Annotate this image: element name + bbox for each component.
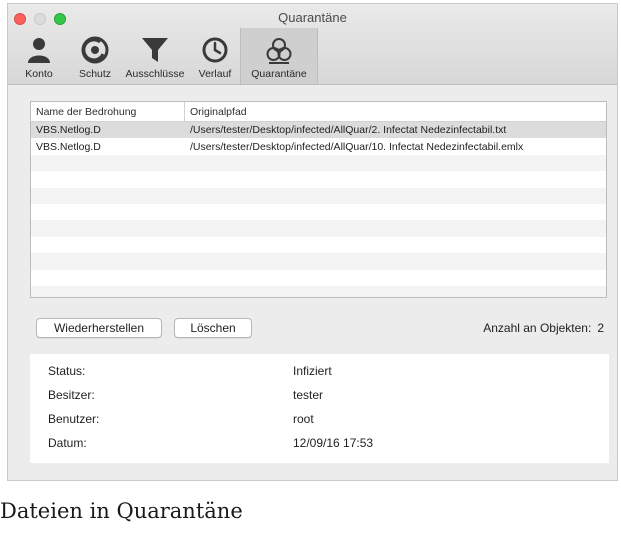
tab-ausschluesse[interactable]: Ausschlüsse [120, 28, 190, 84]
empty-row [31, 253, 606, 270]
tab-label: Schutz [78, 68, 112, 80]
detail-label: Status: [48, 364, 86, 378]
column-header-threat-name[interactable]: Name der Bedrohung [31, 102, 185, 121]
tab-label: Ausschlüsse [125, 68, 185, 80]
biohazard-icon [266, 38, 292, 64]
empty-row [31, 220, 606, 237]
cell-original-path: /Users/tester/Desktop/infected/AllQuar/1… [190, 140, 524, 153]
shield-icon [81, 36, 109, 64]
tab-konto[interactable]: Konto [8, 28, 70, 84]
tab-verlauf[interactable]: Verlauf [190, 28, 240, 84]
empty-row [31, 285, 606, 297]
detail-value: 12/09/16 17:53 [293, 436, 374, 450]
tab-label: Konto [25, 68, 53, 80]
empty-row [31, 237, 606, 253]
detail-label: Datum: [48, 436, 87, 450]
figure-caption: Dateien in Quarantäne [0, 499, 243, 523]
empty-row [31, 154, 606, 172]
cell-threat-name: VBS.Netlog.D [36, 140, 101, 153]
funnel-icon [142, 38, 168, 62]
user-icon [28, 38, 50, 63]
tab-label: Verlauf [198, 68, 232, 80]
tab-schutz[interactable]: Schutz [70, 28, 120, 84]
quarantine-window: Quarantäne Konto Schutz Ausschlüsse Verl… [7, 3, 618, 481]
table-row[interactable]: VBS.Netlog.D /Users/tester/Desktop/infec… [31, 122, 606, 139]
restore-button[interactable]: Wiederherstellen [36, 318, 162, 338]
object-count-value: 2 [597, 321, 604, 335]
toolbar-tabs: Konto Schutz Ausschlüsse Verlauf Quarant… [8, 28, 318, 84]
empty-row [31, 204, 606, 220]
empty-row [31, 187, 606, 204]
detail-label: Besitzer: [48, 388, 95, 402]
detail-value: root [293, 412, 314, 426]
table-row[interactable]: VBS.Netlog.D /Users/tester/Desktop/infec… [31, 138, 606, 154]
tab-quarantaene[interactable]: Quarantäne [240, 28, 318, 84]
quarantine-table: Name der Bedrohung Originalpfad VBS.Netl… [30, 101, 607, 298]
object-count: Anzahl an Objekten: 2 [483, 321, 604, 335]
cell-threat-name: VBS.Netlog.D [36, 124, 101, 137]
clock-icon [202, 37, 228, 63]
tab-label: Quarantäne [251, 68, 307, 80]
window-title: Quarantäne [278, 10, 347, 25]
table-body: VBS.Netlog.D /Users/tester/Desktop/infec… [31, 122, 606, 297]
object-count-label: Anzahl an Objekten: [483, 321, 592, 335]
toolbar: Quarantäne Konto Schutz Ausschlüsse Verl… [8, 4, 617, 85]
table-header: Name der Bedrohung Originalpfad [31, 102, 606, 122]
delete-button[interactable]: Löschen [174, 318, 252, 338]
column-header-original-path[interactable]: Originalpfad [185, 106, 247, 118]
empty-row [31, 171, 606, 187]
details-panel: Status: Infiziert Besitzer: tester Benut… [30, 354, 609, 463]
detail-value: Infiziert [293, 364, 332, 378]
empty-row [31, 270, 606, 286]
cell-original-path: /Users/tester/Desktop/infected/AllQuar/2… [190, 124, 507, 137]
detail-label: Benutzer: [48, 412, 100, 426]
detail-value: tester [293, 388, 324, 402]
